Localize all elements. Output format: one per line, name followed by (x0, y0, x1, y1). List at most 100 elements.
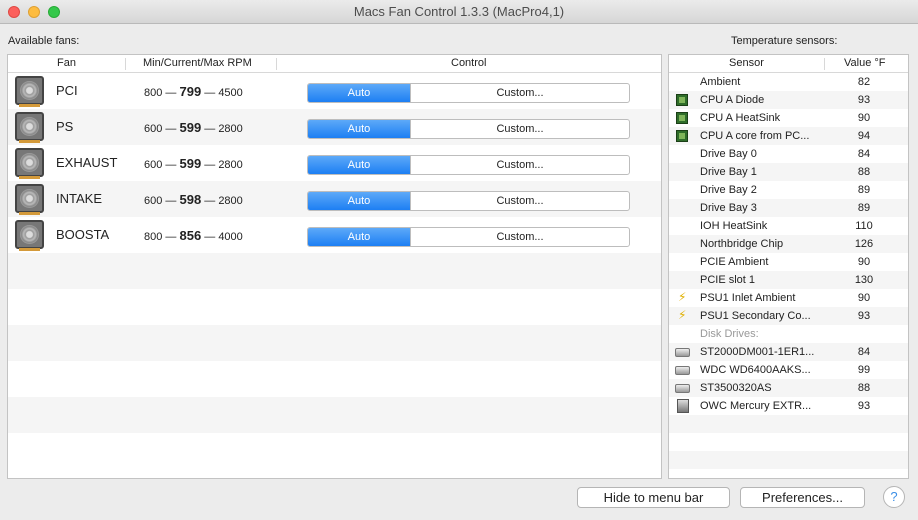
custom-button[interactable]: Custom... (410, 228, 629, 246)
auto-button[interactable]: Auto (308, 228, 410, 246)
sensor-value: 84 (857, 346, 871, 358)
sensor-value: 89 (857, 202, 871, 214)
empty-row (8, 361, 661, 397)
sensor-name: ST3500320AS (700, 382, 772, 394)
sensor-name: OWC Mercury EXTR... (700, 400, 812, 412)
sensor-rows: Ambient 82 CPU A Diode 93 CPU A HeatSink 90 CP… (669, 73, 908, 469)
fan-current-rpm: 599 (179, 156, 202, 171)
disk-icon (675, 348, 690, 357)
sensor-row: Drive Bay 0 84 (669, 145, 908, 163)
fan-min-rpm: 800 (144, 231, 163, 243)
fan-control-segmented: Auto Custom... (307, 191, 630, 211)
sensor-name: PSU1 Inlet Ambient (700, 292, 796, 304)
fan-row: PCI 800 — 799 — 4500 Auto Custom... (8, 73, 661, 109)
sensor-value: 88 (857, 166, 871, 178)
fan-rows: PCI 800 — 799 — 4500 Auto Custom... PS 600 — … (8, 73, 661, 469)
control-column-header[interactable]: Control (451, 57, 486, 69)
fan-rpm: 800 — 799 — 4500 (144, 84, 243, 99)
sensor-row: IOH HeatSink 110 (669, 217, 908, 235)
sensor-name: Drive Bay 3 (700, 202, 757, 214)
custom-button[interactable]: Custom... (410, 84, 629, 102)
sensor-value: 93 (857, 400, 871, 412)
custom-button[interactable]: Custom... (410, 120, 629, 138)
empty-row (8, 289, 661, 325)
fan-max-rpm: 4500 (218, 87, 243, 99)
auto-button[interactable]: Auto (308, 84, 410, 102)
chip-icon (676, 130, 688, 142)
rpm-column-header[interactable]: Min/Current/Max RPM (143, 57, 252, 69)
sensor-value: 110 (855, 220, 873, 232)
fan-row: BOOSTA 800 — 856 — 4000 Auto Custom... (8, 217, 661, 253)
sensor-value: 99 (857, 364, 871, 376)
sensor-name: CPU A Diode (700, 94, 765, 106)
fan-icon (15, 76, 44, 107)
fan-current-rpm: 599 (179, 120, 202, 135)
preferences-button[interactable]: Preferences... (740, 487, 865, 508)
empty-row (8, 433, 661, 469)
sensor-name: Drive Bay 2 (700, 184, 757, 196)
sensor-group-row: Disk Drives: (669, 325, 908, 343)
sensor-column-header[interactable]: Sensor (729, 57, 764, 69)
fan-min-rpm: 600 (144, 195, 163, 207)
auto-button[interactable]: Auto (308, 192, 410, 210)
fan-icon (15, 112, 44, 143)
fan-name: PS (56, 119, 74, 134)
bolt-icon: ⚡ (678, 290, 687, 304)
fan-current-rpm: 856 (179, 228, 202, 243)
window-title: Macs Fan Control 1.3.3 (MacPro4,1) (353, 4, 565, 19)
empty-row (8, 325, 661, 361)
fan-rpm: 600 — 598 — 2800 (144, 192, 243, 207)
sensor-row: Drive Bay 2 89 (669, 181, 908, 199)
auto-button[interactable]: Auto (308, 156, 410, 174)
empty-row (8, 397, 661, 433)
sensor-name: CPU A HeatSink (700, 112, 781, 124)
sensor-name: Ambient (700, 76, 741, 88)
sensor-name: Drive Bay 1 (700, 166, 757, 178)
sensor-value: 90 (857, 112, 871, 124)
auto-button[interactable]: Auto (308, 120, 410, 138)
fan-min-rpm: 600 (144, 159, 163, 171)
sensor-name: Northbridge Chip (700, 238, 784, 250)
fan-column-header[interactable]: Fan (57, 57, 76, 69)
sensor-value: 88 (857, 382, 871, 394)
sensor-value: 90 (857, 256, 871, 268)
fans-table: Fan Min/Current/Max RPM Control PCI 800 —… (7, 54, 662, 479)
value-column-header[interactable]: Value °F (844, 57, 886, 69)
fan-rpm: 600 — 599 — 2800 (144, 120, 243, 135)
sensor-row: ST2000DM001-1ER1... 84 (669, 343, 908, 361)
sensor-name: PCIE slot 1 (700, 274, 756, 286)
empty-row (669, 433, 908, 451)
sensor-row: WDC WD6400AAKS... 99 (669, 361, 908, 379)
sensor-row: OWC Mercury EXTR... 93 (669, 397, 908, 415)
sensor-row: ST3500320AS 88 (669, 379, 908, 397)
fan-control-segmented: Auto Custom... (307, 227, 630, 247)
fan-min-rpm: 600 (144, 123, 163, 135)
fan-row: PS 600 — 599 — 2800 Auto Custom... (8, 109, 661, 145)
fan-icon (15, 148, 44, 179)
sensor-value: 94 (857, 130, 871, 142)
empty-row (669, 415, 908, 433)
sensor-value: 90 (857, 292, 871, 304)
fan-min-rpm: 800 (144, 87, 163, 99)
custom-button[interactable]: Custom... (410, 192, 629, 210)
fan-current-rpm: 799 (179, 84, 202, 99)
help-button[interactable]: ? (883, 486, 905, 508)
fan-max-rpm: 2800 (218, 159, 243, 171)
sensor-row: PCIE slot 1 130 (669, 271, 908, 289)
sensor-name: PCIE Ambient (700, 256, 769, 268)
fan-max-rpm: 2800 (218, 123, 243, 135)
chip-icon (676, 112, 688, 124)
sensor-value: 93 (857, 94, 871, 106)
hide-to-menu-bar-button[interactable]: Hide to menu bar (577, 487, 730, 508)
title-bar: Macs Fan Control 1.3.3 (MacPro4,1) (0, 0, 918, 24)
sensor-row: CPU A Diode 93 (669, 91, 908, 109)
sensor-row: CPU A HeatSink 90 (669, 109, 908, 127)
sensor-row: Drive Bay 3 89 (669, 199, 908, 217)
sensor-row: Northbridge Chip 126 (669, 235, 908, 253)
fan-name: PCI (56, 83, 78, 98)
fans-table-header: Fan Min/Current/Max RPM Control (8, 55, 661, 73)
sensor-name: PSU1 Secondary Co... (700, 310, 811, 322)
fan-control-segmented: Auto Custom... (307, 155, 630, 175)
sensor-name: WDC WD6400AAKS... (700, 364, 811, 376)
custom-button[interactable]: Custom... (410, 156, 629, 174)
